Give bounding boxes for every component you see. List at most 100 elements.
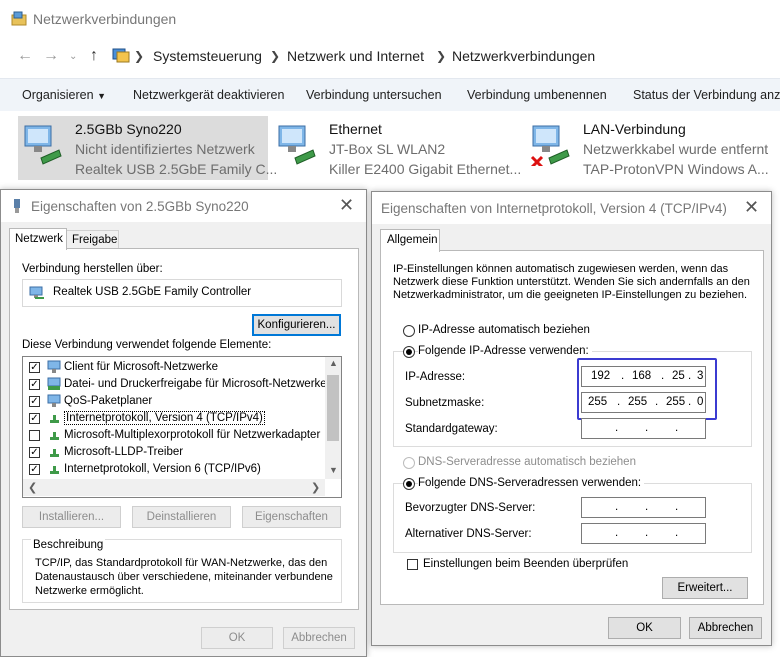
auto-dns-label: DNS-Serveradresse automatisch beziehen xyxy=(418,456,636,468)
breadcrumb-separator-icon: ❯ xyxy=(436,49,447,63)
control-panel-icon xyxy=(112,46,130,64)
item-checkbox[interactable]: ✓ xyxy=(29,379,40,390)
item-checkbox[interactable]: ✓ xyxy=(29,413,40,424)
list-item[interactable]: ✓ Datei- und Druckerfreigabe für Microsof… xyxy=(23,376,327,393)
breadcrumb-netzwerkverbindungen[interactable]: Netzwerkverbindungen xyxy=(452,48,595,64)
list-item[interactable]: ✓ Client für Microsoft-Netzwerke xyxy=(23,359,323,376)
alternate-dns-label: Alternativer DNS-Server: xyxy=(405,528,532,540)
status-button[interactable]: Status der Verbindung anzei xyxy=(633,88,780,102)
adapter-small-icon xyxy=(29,286,45,300)
item-label: Datei- und Druckerfreigabe für Microsoft… xyxy=(64,378,327,390)
horizontal-scrollbar[interactable]: ❮ ❯ xyxy=(23,479,325,496)
ip-dot: . xyxy=(675,527,679,539)
network-folder-icon xyxy=(11,10,27,26)
connect-using-label: Verbindung herstellen über: xyxy=(22,263,163,275)
connection-item-ethernet[interactable]: Ethernet JT-Box SL WLAN2 Killer E2400 Gi… xyxy=(272,116,522,180)
scroll-thumb[interactable] xyxy=(327,375,339,441)
connection-name: LAN-Verbindung xyxy=(583,121,686,137)
manual-ip-label: Folgende IP-Adresse verwenden: xyxy=(418,345,592,357)
gateway-field[interactable]: . . . xyxy=(581,418,706,439)
preferred-dns-field[interactable]: . . . xyxy=(581,497,706,518)
recent-chevron-icon[interactable]: ⌄ xyxy=(69,51,77,62)
list-item[interactable]: ✓ QoS-Paketplaner xyxy=(23,393,323,410)
preferred-dns-label: Bevorzugter DNS-Server: xyxy=(405,502,536,514)
breadcrumb-systemsteuerung[interactable]: Systemsteuerung xyxy=(153,48,262,64)
item-checkbox[interactable]: ✓ xyxy=(29,447,40,458)
adapter-properties-dialog: Eigenschaften von 2.5GBb Syno220 ✕ Netzw… xyxy=(0,189,367,657)
ok-button[interactable]: OK xyxy=(608,617,681,639)
uninstall-button[interactable]: Deinstallieren xyxy=(132,506,231,528)
radio-circle xyxy=(403,346,415,358)
scroll-right-icon[interactable]: ❯ xyxy=(311,481,320,494)
item-label: Microsoft-LLDP-Treiber xyxy=(64,446,184,458)
chevron-down-icon: ▼ xyxy=(97,91,106,101)
connection-device: TAP-ProtonVPN Windows A... xyxy=(583,161,769,177)
advanced-button[interactable]: Erweitert... xyxy=(662,577,748,599)
ip-dot: . xyxy=(675,422,679,434)
properties-button[interactable]: Eigenschaften xyxy=(242,506,341,528)
radio-circle xyxy=(403,457,415,469)
install-button[interactable]: Installieren... xyxy=(22,506,121,528)
scroll-down-icon[interactable]: ▼ xyxy=(329,465,338,475)
vertical-scrollbar[interactable]: ▲ ▼ xyxy=(325,357,341,479)
configure-button[interactable]: Konfigurieren... xyxy=(252,314,341,336)
adapter-icon xyxy=(12,198,22,214)
connection-status: Netzwerkkabel wurde entfernt xyxy=(583,141,769,157)
item-checkbox[interactable]: ✓ xyxy=(29,396,40,407)
item-label: Microsoft-Multiplexorprotokoll für Netzw… xyxy=(64,429,321,441)
organize-menu[interactable]: Organisieren ▼ xyxy=(22,88,106,102)
scroll-up-icon[interactable]: ▲ xyxy=(329,358,338,368)
up-arrow-icon[interactable]: ↑ xyxy=(90,47,98,65)
item-label: Client für Microsoft-Netzwerke xyxy=(64,361,219,373)
cancel-button[interactable]: Abbrechen xyxy=(283,627,355,649)
tab-freigabe[interactable]: Freigabe xyxy=(66,230,119,250)
cancel-button[interactable]: Abbrechen xyxy=(689,617,762,639)
alternate-dns-field[interactable]: . . . xyxy=(581,523,706,544)
connection-item-syno[interactable]: 2.5GBb Syno220 Nicht identifiziertes Net… xyxy=(18,116,277,180)
close-icon[interactable]: ✕ xyxy=(744,197,759,218)
breadcrumb-separator-icon: ❯ xyxy=(270,49,281,63)
ok-button[interactable]: OK xyxy=(201,627,273,649)
tab-label: Allgemein xyxy=(387,234,438,246)
components-list[interactable]: ✓ Client für Microsoft-Netzwerke ✓ Datei- u… xyxy=(22,356,342,498)
breadcrumb[interactable]: ❯ Systemsteuerung ❯ Netzwerk und Interne… xyxy=(108,41,780,69)
connection-item-lan[interactable]: LAN-Verbindung Netzwerkkabel wurde entfe… xyxy=(526,116,780,180)
dialog-title: Eigenschaften von 2.5GBb Syno220 xyxy=(31,199,249,214)
list-item[interactable]: ✓ Microsoft-LLDP-Treiber xyxy=(23,444,323,461)
connection-name: 2.5GBb Syno220 xyxy=(75,121,182,137)
diagnose-button[interactable]: Verbindung untersuchen xyxy=(306,88,442,102)
network-adapter-icon xyxy=(275,122,319,166)
command-bar: Organisieren ▼ Netzwerkgerät deaktiviere… xyxy=(0,78,780,111)
ip-dot: . xyxy=(675,501,679,513)
description-title: Beschreibung xyxy=(31,539,106,551)
forward-arrow-icon[interactable]: → xyxy=(43,47,59,65)
connection-device: Realtek USB 2.5GbE Family C... xyxy=(75,161,278,177)
gateway-label: Standardgateway: xyxy=(405,423,498,435)
back-arrow-icon[interactable]: ← xyxy=(17,47,33,65)
list-item[interactable]: ✓ Internetprotokoll, Version 6 (TCP/IPv6) xyxy=(23,461,323,478)
item-checkbox[interactable]: ✓ xyxy=(29,464,40,475)
scroll-left-icon[interactable]: ❮ xyxy=(28,481,37,494)
item-checkbox[interactable] xyxy=(29,430,40,441)
list-item[interactable]: ✓ Internetprotokoll, Version 4 (TCP/IPv4) xyxy=(23,410,323,427)
adapter-field: Realtek USB 2.5GbE Family Controller xyxy=(22,279,342,307)
description-group: Beschreibung TCP/IP, das Standardprotoko… xyxy=(22,539,342,603)
list-item[interactable]: Microsoft-Multiplexorprotokoll für Netzw… xyxy=(23,427,323,444)
radio-circle xyxy=(403,478,415,490)
close-icon[interactable]: ✕ xyxy=(339,195,354,216)
item-label: Internetprotokoll, Version 6 (TCP/IPv6) xyxy=(64,463,261,475)
checkbox-box xyxy=(407,559,418,570)
ip-dot: . xyxy=(615,501,619,513)
network-adapter-disconnected-icon xyxy=(529,122,573,169)
disable-device-button[interactable]: Netzwerkgerät deaktivieren xyxy=(133,88,284,102)
auto-ip-label: IP-Adresse automatisch beziehen xyxy=(418,324,590,336)
tab-allgemein[interactable]: Allgemein xyxy=(380,229,440,252)
description-text: TCP/IP, das Standardprotokoll für WAN-Ne… xyxy=(35,557,333,597)
items-label: Diese Verbindung verwendet folgende Elem… xyxy=(22,339,272,351)
tab-netzwerk[interactable]: Netzwerk xyxy=(9,228,67,250)
item-checkbox[interactable]: ✓ xyxy=(29,362,40,373)
rename-button[interactable]: Verbindung umbenennen xyxy=(467,88,607,102)
network-adapter-icon xyxy=(21,122,65,166)
window-title: Netzwerkverbindungen xyxy=(33,11,177,27)
breadcrumb-netzwerk-und-internet[interactable]: Netzwerk und Internet xyxy=(287,48,424,64)
